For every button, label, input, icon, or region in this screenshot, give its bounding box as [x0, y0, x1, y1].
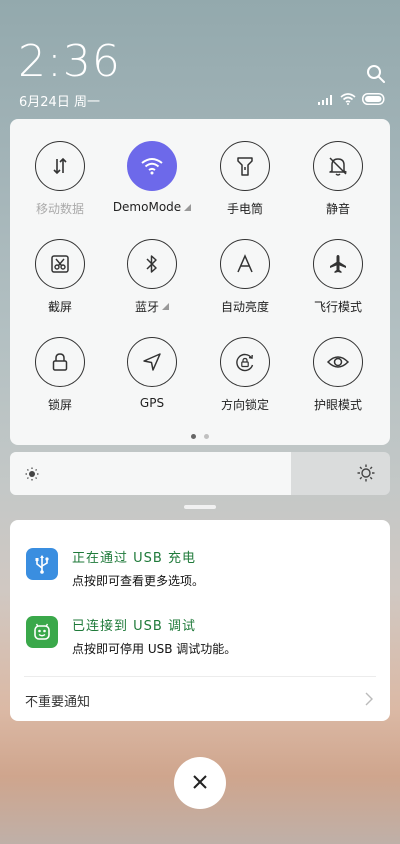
notification-title: 正在通过 USB 充电	[72, 551, 196, 566]
mobile-data-icon	[35, 141, 85, 191]
tile-label: 自动亮度	[221, 298, 269, 315]
auto-brightness-icon	[220, 239, 270, 289]
tile-label: 静音	[326, 200, 350, 217]
tile-label: DemoMode	[112, 200, 192, 214]
unimportant-notifications-link[interactable]: 不重要通知	[25, 691, 90, 710]
quick-tile-airplane[interactable]: 飞行模式	[292, 239, 384, 329]
status-icons	[318, 92, 386, 106]
tile-label: 截屏	[48, 298, 72, 315]
quick-tile-lock[interactable]: 锁屏	[14, 337, 106, 427]
quick-tile-rotation-lock[interactable]: 方向锁定	[199, 337, 291, 427]
close-button[interactable]	[174, 757, 226, 809]
tile-label-text: DemoMode	[112, 200, 182, 214]
quick-tile-mute-bell[interactable]: 静音	[292, 141, 384, 231]
tile-label-text: 截屏	[47, 300, 72, 314]
tile-label: GPS	[140, 396, 164, 410]
mute-bell-icon	[313, 141, 363, 191]
tile-label-text: 手电筒	[226, 202, 263, 216]
signal-icon	[318, 90, 334, 109]
drawer-handle[interactable]	[184, 505, 216, 509]
flashlight-icon	[220, 141, 270, 191]
location-icon	[127, 337, 177, 387]
quick-tile-wifi[interactable]: DemoMode	[106, 141, 198, 231]
notification-divider	[24, 676, 376, 677]
eye-icon	[313, 337, 363, 387]
chevron-right-icon[interactable]	[364, 691, 374, 711]
brightness-low-icon	[25, 466, 39, 485]
tile-label-text: 护眼模式	[313, 398, 362, 412]
notification-usb-charging[interactable]: 正在通过 USB 充电 点按即可查看更多选项。	[26, 548, 204, 589]
close-icon	[193, 774, 207, 793]
tile-label: 方向锁定	[221, 396, 269, 413]
tile-label: 蓝牙	[135, 298, 169, 315]
tile-label-text: 移动数据	[35, 202, 84, 216]
tile-label: 锁屏	[48, 396, 72, 413]
quick-tile-auto-brightness[interactable]: 自动亮度	[199, 239, 291, 329]
page-indicator	[10, 434, 390, 439]
screenshot-icon	[35, 239, 85, 289]
usb-icon	[26, 548, 58, 580]
tile-label: 移动数据	[36, 200, 84, 217]
rotation-lock-icon	[220, 337, 270, 387]
wifi-icon	[127, 141, 177, 191]
tile-label-text: 自动亮度	[220, 300, 269, 314]
tile-label: 护眼模式	[314, 396, 362, 413]
quick-tile-eye[interactable]: 护眼模式	[292, 337, 384, 427]
battery-icon	[362, 90, 386, 109]
notification-subtitle: 点按即可查看更多选项。	[72, 574, 205, 588]
wifi-status-icon	[340, 90, 356, 109]
tile-label-text: 飞行模式	[313, 300, 362, 314]
tile-label: 手电筒	[227, 200, 263, 217]
quick-tile-screenshot[interactable]: 截屏	[14, 239, 106, 329]
notification-card: 正在通过 USB 充电 点按即可查看更多选项。 已连接到 USB 调试 点按即可…	[10, 520, 390, 721]
brightness-slider[interactable]	[10, 452, 390, 495]
notification-subtitle: 点按即可停用 USB 调试功能。	[72, 642, 237, 656]
airplane-icon	[313, 239, 363, 289]
clock-time: 2:36	[18, 36, 121, 87]
android-debug-icon	[26, 616, 58, 648]
tile-label-text: 蓝牙	[134, 300, 159, 314]
brightness-fill	[10, 452, 292, 495]
quick-tile-location[interactable]: GPS	[106, 337, 198, 427]
quick-tile-bluetooth[interactable]: 蓝牙	[106, 239, 198, 329]
page-dot-1	[191, 434, 196, 439]
more-indicator-icon	[184, 203, 192, 211]
tile-label-text: GPS	[139, 396, 165, 410]
tile-label: 飞行模式	[314, 298, 362, 315]
quick-tile-flashlight[interactable]: 手电筒	[199, 141, 291, 231]
bluetooth-icon	[127, 239, 177, 289]
tile-label-text: 静音	[325, 202, 350, 216]
quick-tile-mobile-data[interactable]: 移动数据	[14, 141, 106, 231]
quick-settings-panel: 移动数据 DemoMode 手电筒 静音截屏 蓝牙 自动亮度 飞行模式锁屏 GPS 方向锁定 护眼…	[10, 119, 390, 445]
lock-icon	[35, 337, 85, 387]
clock-date: 6月24日 周一	[19, 95, 100, 110]
tile-label-text: 锁屏	[47, 398, 72, 412]
notification-usb-debugging[interactable]: 已连接到 USB 调试 点按即可停用 USB 调试功能。	[26, 616, 236, 657]
search-icon[interactable]	[366, 64, 386, 84]
page-dot-2	[204, 434, 209, 439]
brightness-high-icon	[357, 464, 375, 486]
notification-title: 已连接到 USB 调试	[72, 619, 196, 634]
tile-label-text: 方向锁定	[220, 398, 269, 412]
more-indicator-icon	[162, 303, 169, 310]
